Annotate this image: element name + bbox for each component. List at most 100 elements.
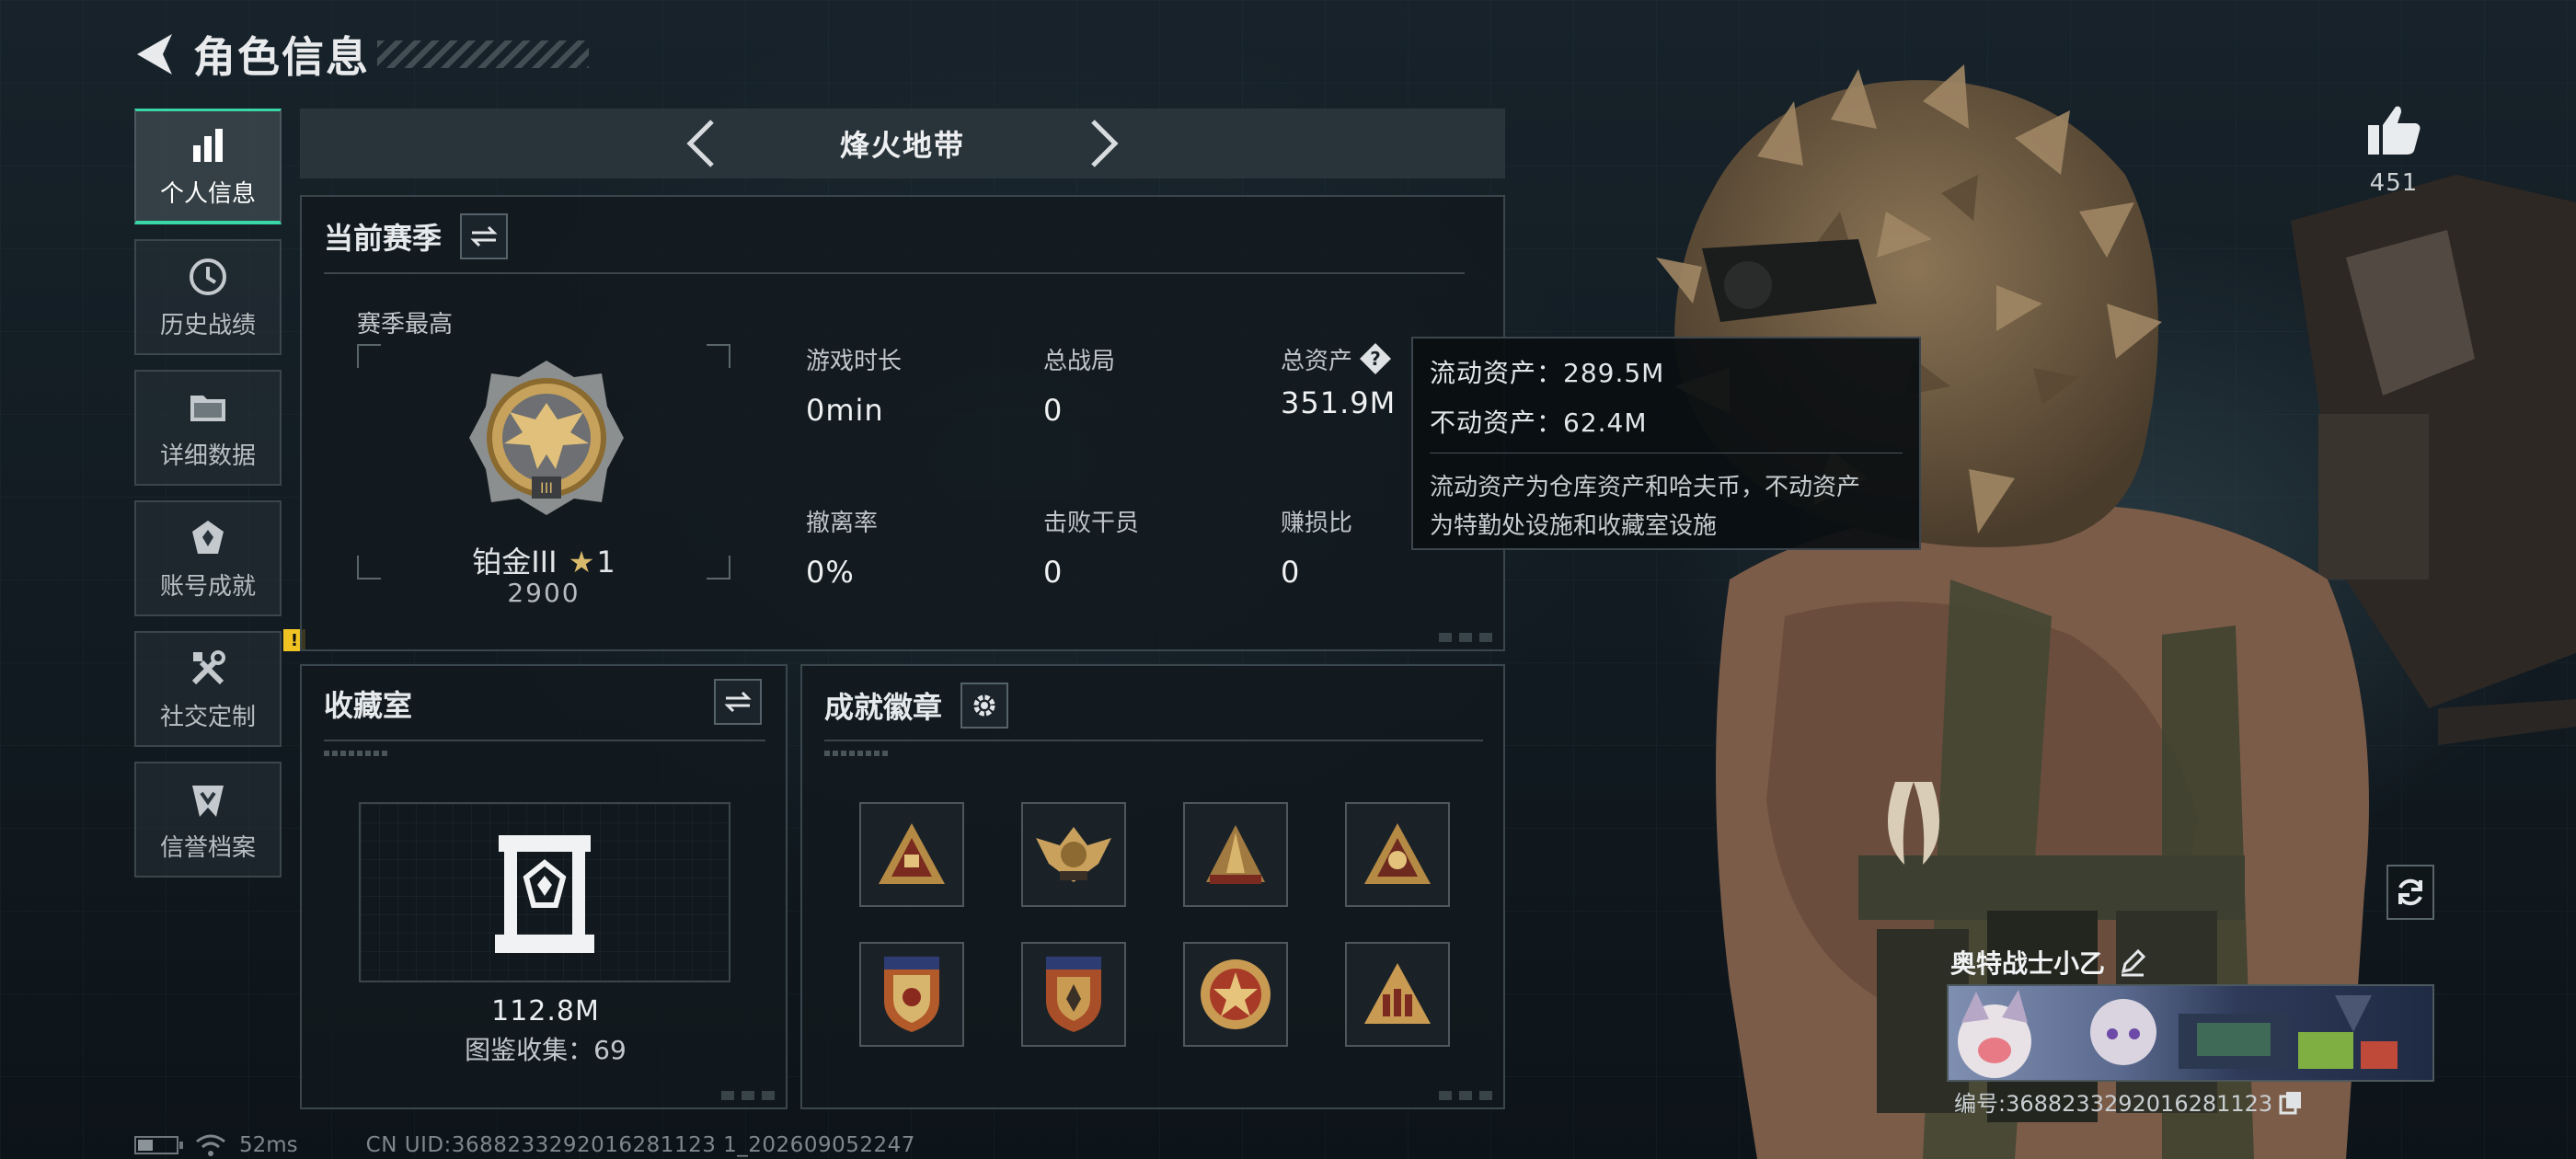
- stat-value: 0: [1281, 555, 1301, 590]
- refresh-button[interactable]: [2386, 865, 2434, 920]
- swap-button[interactable]: [460, 213, 509, 259]
- sidebar-item-label: 账号成就: [159, 572, 256, 601]
- achievement-badge-7[interactable]: [1183, 942, 1288, 1047]
- mode-title: 烽火地带: [839, 128, 965, 163]
- tooltip-fixed-assets: 不动资产：62.4M: [1430, 407, 1648, 438]
- player-name: 奥特战士小乙: [1950, 944, 2147, 981]
- achievements-title: 成就徽章: [824, 690, 943, 725]
- triangle-gold-badge-icon: [879, 823, 945, 884]
- stat-play-time: 游戏时长 0min: [806, 342, 902, 428]
- shield-stars-badge-icon: [884, 957, 939, 1032]
- anime-characters-banner-image: [1958, 990, 2398, 1078]
- sidebar-item-history[interactable]: 历史战绩: [134, 239, 282, 355]
- history-icon: [186, 255, 230, 299]
- svg-text:III: III: [540, 479, 553, 497]
- chevron-left-icon[interactable]: [673, 116, 728, 171]
- achievement-badge-2[interactable]: [1021, 802, 1126, 907]
- display-case-icon: [495, 835, 594, 953]
- uid-text: CN UID:3688233292016281123 1_20260905224…: [365, 1133, 915, 1157]
- stat-label: 赚损比: [1281, 510, 1353, 537]
- refresh-icon: [2398, 878, 2422, 906]
- sidebar-item-label: 历史战绩: [159, 311, 256, 339]
- round-star-badge-icon: [1201, 959, 1271, 1029]
- stat-value: 0%: [806, 555, 855, 590]
- achievements-panel: 成就徽章: [800, 664, 1505, 1109]
- stat-profit-loss-ratio: 赚损比 0: [1281, 504, 1352, 590]
- tooltip-desc-line-2: 为特勤处设施和收藏室设施: [1430, 512, 1718, 540]
- player-id: 编号:3688233292016281123: [1954, 1085, 2304, 1118]
- divider: [324, 740, 765, 741]
- rank-score: 2900: [507, 578, 581, 608]
- wifi-icon: [196, 1134, 225, 1156]
- tools-icon: [186, 647, 230, 691]
- collection-swap-button[interactable]: [714, 679, 762, 725]
- stat-label: 总战局: [1043, 348, 1116, 375]
- player-id-text: 编号:3688233292016281123: [1954, 1091, 2273, 1117]
- sidebar-item-label: 详细数据: [159, 442, 256, 470]
- figures-triangle-badge-icon: [1364, 963, 1431, 1024]
- swap-icon: [470, 225, 498, 247]
- title-decoration: [377, 40, 589, 68]
- stat-label: 击败干员: [1043, 510, 1140, 537]
- divider: [324, 272, 1465, 274]
- peak-triangle-badge-icon: [1206, 825, 1265, 884]
- sidebar-item-label: 信誉档案: [159, 833, 256, 862]
- achievement-badge-5[interactable]: [859, 942, 964, 1047]
- shield-blue-badge-icon: [1046, 957, 1101, 1032]
- stat-label: 游戏时长: [806, 348, 903, 375]
- collection-panel[interactable]: 收藏室 112.8M 图鉴收集：69: [300, 664, 788, 1109]
- player-name-text: 奥特战士小乙: [1950, 948, 2106, 979]
- achievement-badge-6[interactable]: [1021, 942, 1126, 1047]
- sidebar-item-label: 个人信息: [159, 180, 256, 208]
- credit-icon: [186, 777, 230, 821]
- sidebar: 个人信息 历史战绩 详细数据 账号成就 社交定制 ! 信誉档案: [134, 109, 305, 892]
- collection-value: 112.8M: [491, 995, 600, 1027]
- folder-icon: [186, 385, 230, 430]
- stat-label: 撤离率: [806, 510, 879, 537]
- stat-value: 0: [1043, 393, 1064, 428]
- achievement-badge-4[interactable]: [1345, 802, 1450, 907]
- svg-text:?: ?: [1370, 348, 1381, 370]
- season-panel: 当前赛季 赛季最高 III 铂金III ★1 2900 游戏时长 0min 总战…: [300, 195, 1505, 651]
- battery-icon: [134, 1136, 183, 1154]
- status-bar: 52ms CN UID:3688233292016281123 1_202609…: [134, 1133, 915, 1157]
- season-best-label: 赛季最高: [357, 311, 454, 339]
- stat-value: 351.9M: [1281, 385, 1397, 420]
- back-arrow-icon[interactable]: [129, 27, 178, 82]
- star-icon: ★: [568, 545, 595, 580]
- sidebar-item-social[interactable]: 社交定制 !: [134, 629, 305, 747]
- platinum-rank-icon: III: [469, 361, 624, 515]
- help-icon[interactable]: ?: [1358, 341, 1393, 376]
- chevron-right-icon[interactable]: [1077, 116, 1133, 171]
- skull-triangle-badge-icon: [1364, 823, 1431, 884]
- copy-icon[interactable]: [2278, 1089, 2304, 1115]
- achievement-icon: [186, 516, 230, 560]
- swap-icon: [724, 691, 752, 713]
- rank-stars: 1: [596, 545, 615, 580]
- sidebar-item-label: 社交定制: [159, 703, 256, 731]
- achievement-badge-8[interactable]: [1345, 942, 1450, 1047]
- stat-operators-defeated: 击败干员 0: [1043, 504, 1139, 590]
- settings-button[interactable]: [960, 683, 1009, 729]
- sidebar-item-credit[interactable]: 信誉档案: [134, 762, 282, 878]
- assets-tooltip: 流动资产：289.5M 不动资产：62.4M 流动资产为仓库资产和哈夫币，不动资…: [1411, 337, 1921, 550]
- sidebar-item-detailed-data[interactable]: 详细数据: [134, 370, 282, 486]
- profile-banner[interactable]: [1947, 984, 2434, 1082]
- stat-label: 总资产: [1281, 348, 1353, 375]
- tooltip-desc-line-1: 流动资产为仓库资产和哈夫币，不动资产: [1430, 474, 1861, 501]
- rank-frame: III 铂金III ★1 2900: [357, 344, 730, 608]
- rank-name-text: 铂金III: [472, 545, 558, 580]
- page-title: 角色信息: [193, 32, 370, 82]
- thumbs-up-icon[interactable]: [2364, 101, 2423, 160]
- achievement-badge-1[interactable]: [859, 802, 964, 907]
- achievement-badge-3[interactable]: [1183, 802, 1288, 907]
- mode-selector: 烽火地带: [300, 109, 1505, 178]
- divider: [824, 740, 1483, 741]
- stat-value: 0: [1043, 555, 1064, 590]
- header: 角色信息: [129, 22, 589, 86]
- edit-pencil-icon[interactable]: [2118, 947, 2147, 977]
- season-title: 当前赛季: [324, 221, 443, 256]
- sidebar-item-achievements[interactable]: 账号成就: [134, 500, 282, 616]
- sidebar-item-personal-info[interactable]: 个人信息: [134, 109, 282, 224]
- collection-title: 收藏室: [324, 688, 413, 723]
